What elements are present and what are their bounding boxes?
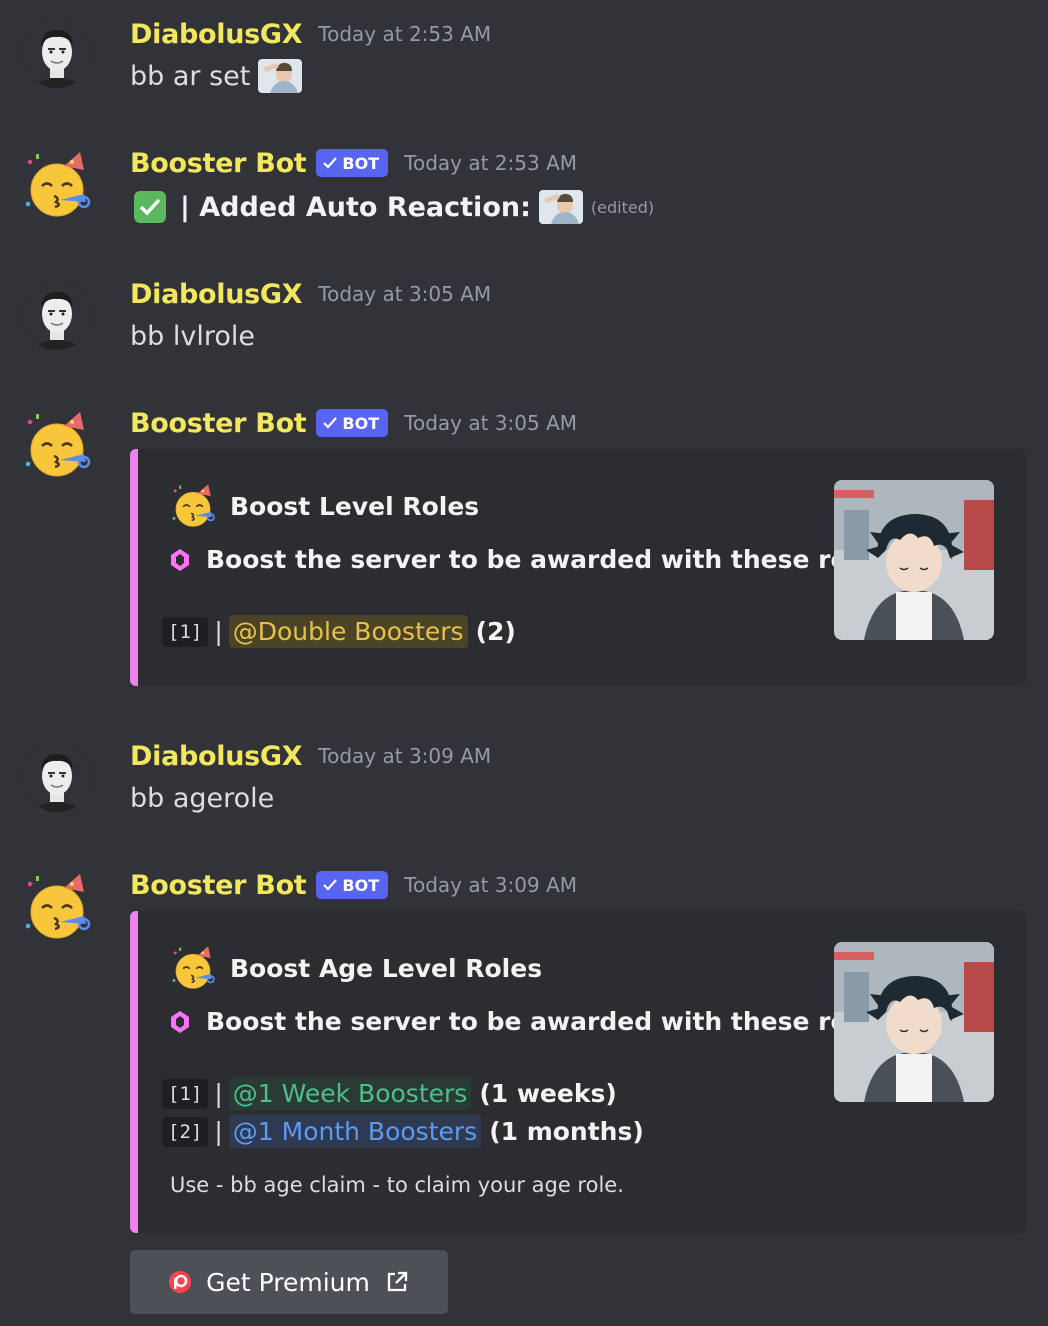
timestamp[interactable]: Today at 3:09 AM <box>404 873 577 897</box>
external-link-icon <box>387 1271 408 1292</box>
message-text: bb ar set <box>130 60 251 92</box>
role-row: [1] | @Double Boosters (2) <box>162 615 516 648</box>
role-duration: (1 months) <box>489 1117 644 1146</box>
embed-description-text: Boost the server to be awarded with thes… <box>206 1007 900 1036</box>
embed-title-text: Boost Age Level Roles <box>230 953 543 983</box>
role-row: [2] | @1 Month Boosters (1 months) <box>162 1115 644 1148</box>
message-header: DiabolusGX Today at 3:09 AM <box>130 736 491 776</box>
verified-check-icon <box>323 879 338 891</box>
embed-footer-text: Use - bb age claim - to claim your age r… <box>170 1173 624 1197</box>
role-row: [1] | @1 Week Boosters (1 weeks) <box>162 1077 617 1110</box>
row-separator: | <box>214 617 223 646</box>
message-header: Booster Bot BOT Today at 3:05 AM <box>130 403 577 443</box>
row-index: [1] <box>162 1078 209 1109</box>
message-header: DiabolusGX Today at 3:05 AM <box>130 274 491 314</box>
row-index: [1] <box>162 616 209 647</box>
user-avatar[interactable] <box>22 742 92 812</box>
check-mark-icon <box>134 191 166 223</box>
embed-thumbnail[interactable] <box>834 480 994 640</box>
message-text: bb agerole <box>130 782 275 814</box>
timestamp[interactable]: Today at 3:05 AM <box>404 411 577 435</box>
boost-gem-icon <box>171 548 189 571</box>
row-index: [2] <box>162 1116 209 1147</box>
embed: Boost Level Roles Boost the server to be… <box>130 449 1026 686</box>
role-mention[interactable]: @1 Month Boosters <box>228 1115 482 1148</box>
bot-badge-label: BOT <box>342 153 380 173</box>
role-mention[interactable]: @1 Week Boosters <box>228 1077 472 1110</box>
username[interactable]: DiabolusGX <box>130 279 303 310</box>
timestamp[interactable]: Today at 3:09 AM <box>318 744 491 768</box>
row-separator: | <box>214 1079 223 1108</box>
verified-check-icon <box>323 157 338 169</box>
embed-description: Boost the server to be awarded with thes… <box>170 1007 899 1036</box>
role-mention[interactable]: @Double Boosters <box>228 615 468 648</box>
salute-emoji-icon[interactable] <box>258 59 303 93</box>
embed-title: Boost Level Roles <box>170 483 479 529</box>
bot-badge: BOT <box>316 149 389 177</box>
bot-avatar[interactable] <box>22 150 92 220</box>
embed: Boost Age Level Roles Boost the server t… <box>130 911 1026 1233</box>
username[interactable]: Booster Bot <box>130 148 307 179</box>
role-duration: (1 weeks) <box>479 1079 617 1108</box>
message-text: bb lvlrole <box>130 320 255 352</box>
bot-avatar[interactable] <box>22 410 92 480</box>
get-premium-label: Get Premium <box>206 1267 370 1297</box>
embed-title-text: Boost Level Roles <box>230 491 480 521</box>
message-content: bb ar set <box>130 56 303 96</box>
bot-badge: BOT <box>316 871 389 899</box>
role-count: (2) <box>475 617 516 646</box>
message-header: Booster Bot BOT Today at 2:53 AM <box>130 143 577 183</box>
salute-emoji-icon[interactable] <box>538 190 583 224</box>
get-premium-button[interactable]: Get Premium <box>130 1250 448 1314</box>
username[interactable]: Booster Bot <box>130 408 307 439</box>
verified-check-icon <box>323 417 338 429</box>
boost-gem-icon <box>171 1010 189 1033</box>
bot-badge-label: BOT <box>342 875 380 895</box>
message-header: Booster Bot BOT Today at 3:09 AM <box>130 865 577 905</box>
message-header: DiabolusGX Today at 2:53 AM <box>130 14 491 54</box>
timestamp[interactable]: Today at 3:05 AM <box>318 282 491 306</box>
embed-title: Boost Age Level Roles <box>170 945 542 991</box>
username[interactable]: DiabolusGX <box>130 741 303 772</box>
message-text: | Added Auto Reaction: <box>180 191 531 223</box>
user-avatar[interactable] <box>22 280 92 350</box>
bot-badge: BOT <box>316 409 389 437</box>
edited-label: (edited) <box>590 197 655 217</box>
username[interactable]: DiabolusGX <box>130 19 303 50</box>
message-content: | Added Auto Reaction: (edited) <box>130 187 654 227</box>
bot-badge-label: BOT <box>342 413 380 433</box>
party-face-icon <box>171 945 215 990</box>
party-face-icon <box>171 483 215 528</box>
timestamp[interactable]: Today at 2:53 AM <box>404 151 577 175</box>
patreon-icon <box>169 1271 192 1293</box>
username[interactable]: Booster Bot <box>130 870 307 901</box>
user-avatar[interactable] <box>22 18 92 88</box>
embed-description-text: Boost the server to be awarded with thes… <box>206 545 900 574</box>
embed-thumbnail[interactable] <box>834 942 994 1102</box>
message-content: bb agerole <box>130 778 274 818</box>
embed-description: Boost the server to be awarded with thes… <box>170 545 899 574</box>
row-separator: | <box>214 1117 223 1146</box>
bot-avatar[interactable] <box>22 872 92 942</box>
timestamp[interactable]: Today at 2:53 AM <box>318 22 491 46</box>
message-content: bb lvlrole <box>130 316 255 356</box>
